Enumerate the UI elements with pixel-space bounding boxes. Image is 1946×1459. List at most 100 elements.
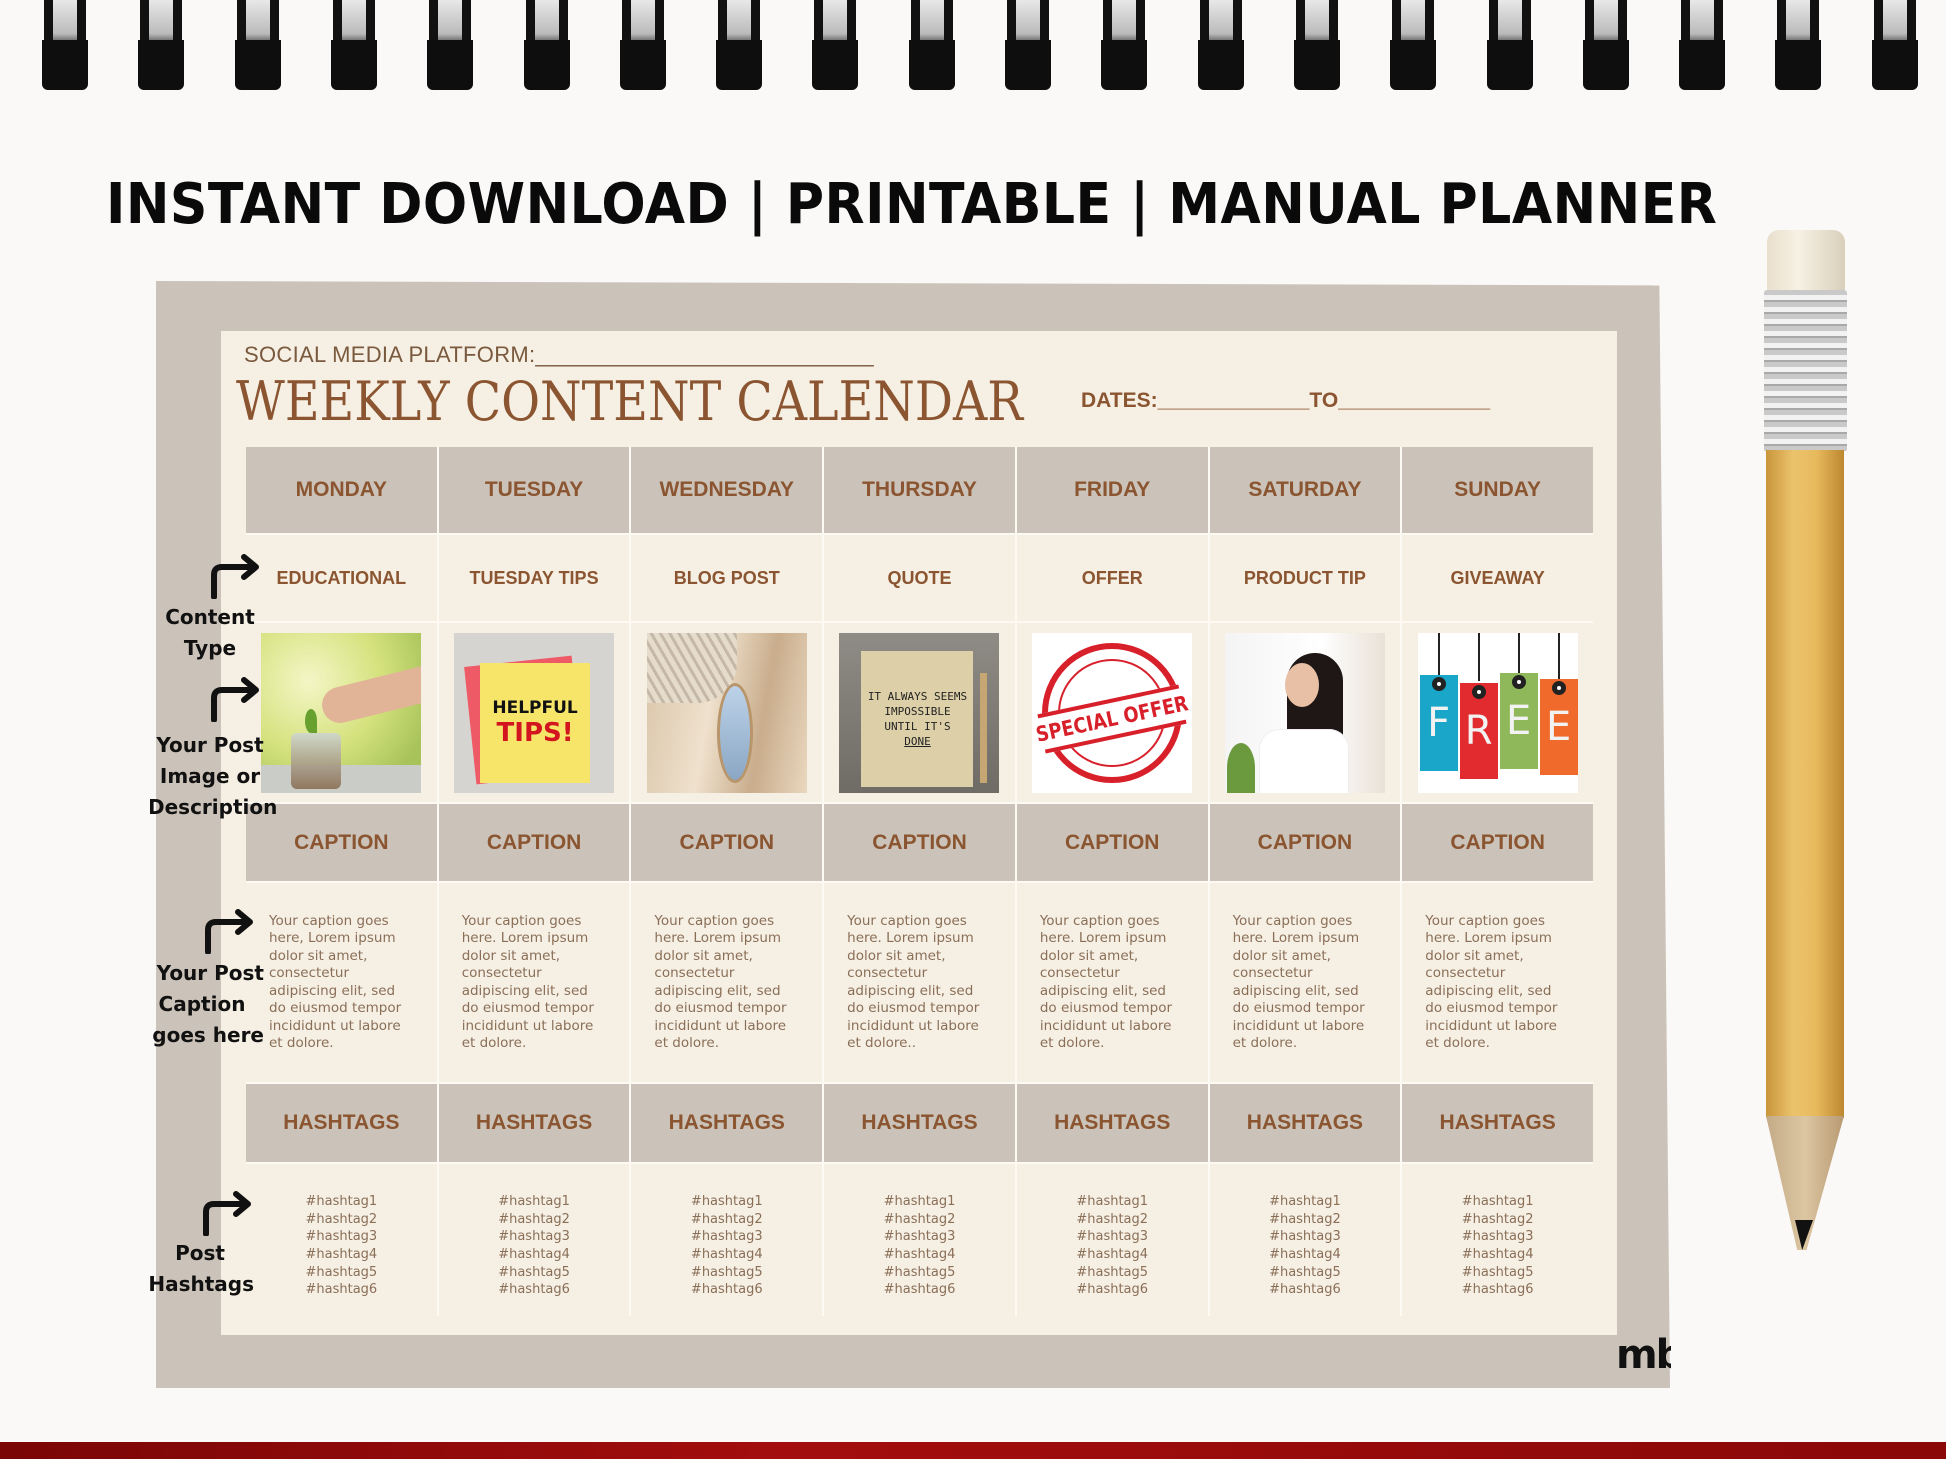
annotation-line: Description (148, 795, 278, 819)
quote-card-image: IT ALWAYS SEEMS IMPOSSIBLE UNTIL IT'S DO… (839, 632, 1000, 793)
hashtag-item: #hashtag3 (305, 1229, 378, 1245)
hashtag-item: #hashtag1 (1461, 1194, 1534, 1210)
caption-cell-friday[interactable]: Your caption goes here. Lorem ipsum dolo… (1016, 883, 1208, 1082)
tag-hole-icon (1471, 684, 1486, 699)
tag-hole-icon (1511, 674, 1526, 689)
free-tags-image: FREE (1417, 632, 1578, 793)
content-type-monday[interactable]: EDUCATIONAL (246, 535, 437, 621)
annotation-line: Caption (158, 992, 246, 1016)
hashtag-item: #hashtag5 (690, 1264, 763, 1280)
hashtags-header-saturday: HASHTAGS (1209, 1084, 1401, 1162)
annotation-line: Your Post (156, 961, 264, 985)
hashtags-cell-thursday[interactable]: #hashtag1 #hashtag2 #hashtag3 #hashtag4 #has… (824, 1164, 1015, 1328)
hashtag-item: #hashtag6 (883, 1282, 956, 1298)
quote-line-1: IT ALWAYS SEEMS (867, 689, 968, 703)
spiral-ring (1005, 0, 1051, 90)
content-type-friday[interactable]: OFFER (1016, 535, 1208, 621)
caption-text: Your caption goes here. Lorem ipsum dolo… (847, 912, 980, 1052)
plant-coin-jar-image (261, 632, 422, 793)
hashtag-item: #hashtag6 (1269, 1282, 1341, 1298)
hashtag-item: #hashtag1 (690, 1194, 763, 1210)
hashtags-cell-sunday[interactable]: #hashtag1 #hashtag2 #hashtag3 #hashtag4 #has… (1402, 1164, 1593, 1328)
image-cell-monday[interactable] (246, 623, 437, 802)
hashtags-header-friday: HASHTAGS (1016, 1084, 1208, 1162)
spiral-ring (812, 0, 859, 90)
note-text-line-2: TIPS! (496, 717, 574, 748)
hashtag-list: #hashtag1 #hashtag2 #hashtag3 #hashtag4 #has… (1076, 1193, 1148, 1299)
hashtag-item: #hashtag3 (1269, 1229, 1341, 1245)
table-surface-edge (0, 1442, 1946, 1459)
content-type-thursday[interactable]: QUOTE (824, 535, 1015, 621)
hashtag-item: #hashtag2 (1269, 1211, 1341, 1227)
annotation-line: Type (183, 636, 237, 660)
spiral-ring (1486, 0, 1533, 90)
hashtag-item: #hashtag4 (1076, 1247, 1149, 1262)
tag-string (1437, 632, 1440, 681)
hashtags-cell-saturday[interactable]: #hashtag1 #hashtag2 #hashtag3 #hashtag4 #has… (1209, 1164, 1401, 1328)
hashtag-item: #hashtag6 (305, 1282, 378, 1298)
quote-card: IT ALWAYS SEEMS IMPOSSIBLE UNTIL IT'S DO… (861, 650, 974, 787)
spiral-ring (1582, 0, 1629, 90)
ferrule-shape (1764, 290, 1847, 452)
platform-field[interactable]: SOCIAL MEDIA PLATFORM:__________________… (244, 342, 874, 368)
spiral-ring (1101, 0, 1148, 90)
hashtags-cell-friday[interactable]: #hashtag1 #hashtag2 #hashtag3 #hashtag4 #has… (1016, 1164, 1208, 1328)
caption-header-tuesday: CAPTION (438, 804, 630, 881)
dates-field[interactable]: DATES:_____________TO_____________ (1081, 389, 1490, 413)
spiral-ring (427, 0, 474, 90)
yellow-note: HELPFUL TIPS! (480, 662, 591, 783)
hashtag-list: #hashtag1 #hashtag2 #hashtag3 #hashtag4 #has… (691, 1193, 763, 1299)
spiral-ring (1679, 0, 1726, 90)
day-header-saturday: SATURDAY (1209, 447, 1401, 533)
caption-text: Your caption goes here. Lorem ipsum dolo… (1425, 912, 1558, 1052)
day-header-tuesday: TUESDAY (438, 447, 630, 533)
hashtag-item: #hashtag3 (883, 1229, 956, 1245)
spiral-ring (523, 0, 570, 90)
image-cell-tuesday[interactable]: HELPFUL TIPS! (438, 623, 630, 802)
face-shape (1284, 662, 1319, 707)
image-cell-sunday[interactable]: FREE (1402, 623, 1593, 802)
hashtags-cell-monday[interactable]: #hashtag1 #hashtag2 #hashtag3 #hashtag4 #has… (246, 1164, 437, 1328)
hashtags-header-wednesday: HASHTAGS (631, 1084, 823, 1162)
image-cell-wednesday[interactable] (631, 623, 823, 802)
tag-hole-icon (1431, 676, 1446, 691)
content-type-saturday[interactable]: PRODUCT TIP (1209, 535, 1401, 621)
hashtag-item: #hashtag4 (305, 1247, 378, 1262)
caption-header-thursday: CAPTION (824, 804, 1015, 881)
caption-cell-saturday[interactable]: Your caption goes here. Lorem ipsum dolo… (1209, 883, 1401, 1082)
spiral-ring (234, 0, 281, 90)
image-cell-friday[interactable]: SPECIAL OFFER (1016, 623, 1208, 802)
hashtag-item: #hashtag1 (1076, 1194, 1149, 1210)
hashtags-cell-wednesday[interactable]: #hashtag1 #hashtag2 #hashtag3 #hashtag4 #has… (631, 1164, 823, 1328)
caption-cell-thursday[interactable]: Your caption goes here. Lorem ipsum dolo… (824, 883, 1015, 1082)
content-type-wednesday[interactable]: BLOG POST (631, 535, 823, 621)
spiral-ring (908, 0, 955, 90)
table-shape (261, 764, 422, 793)
annotation-post-hashtags: Post Hashtags (146, 1238, 254, 1300)
hashtags-header-monday: HASHTAGS (246, 1084, 437, 1162)
image-cell-saturday[interactable] (1209, 623, 1401, 802)
white-top-shape (1258, 728, 1349, 793)
hashtag-item: #hashtag4 (498, 1247, 570, 1262)
calendar-grid: MONDAY TUESDAY WEDNESDAY THURSDAY FRIDAY… (246, 447, 1593, 1328)
arrow-post-hashtags-icon (203, 1191, 251, 1236)
calendar-title: WEEKLY CONTENT CALENDAR (236, 370, 1024, 433)
content-type-tuesday[interactable]: TUESDAY TIPS (438, 535, 630, 621)
caption-cell-sunday[interactable]: Your caption goes here. Lorem ipsum dolo… (1402, 883, 1593, 1082)
plant-shape (1226, 742, 1255, 793)
hashtag-item: #hashtag3 (690, 1229, 763, 1245)
caption-cell-wednesday[interactable]: Your caption goes here. Lorem ipsum dolo… (631, 883, 823, 1082)
hashtag-list: #hashtag1 #hashtag2 #hashtag3 #hashtag4 #has… (1462, 1193, 1534, 1299)
spiral-binding (0, 0, 1946, 100)
caption-text: Your caption goes here. Lorem ipsum dolo… (1232, 912, 1365, 1052)
hashtag-item: #hashtag4 (883, 1247, 956, 1262)
image-cell-thursday[interactable]: IT ALWAYS SEEMS IMPOSSIBLE UNTIL IT'S DO… (824, 623, 1015, 802)
hashtag-item: #hashtag3 (1461, 1229, 1534, 1245)
content-type-sunday[interactable]: GIVEAWAY (1402, 535, 1593, 621)
hashtags-cell-tuesday[interactable]: #hashtag1 #hashtag2 #hashtag3 #hashtag4 #has… (438, 1164, 630, 1328)
caption-cell-monday[interactable]: Your caption goes here, Lorem ipsum dolo… (246, 883, 437, 1082)
hashtags-header-sunday: HASHTAGS (1402, 1084, 1593, 1162)
caption-cell-tuesday[interactable]: Your caption goes here. Lorem ipsum dolo… (438, 883, 630, 1082)
day-header-wednesday: WEDNESDAY (631, 447, 823, 533)
annotation-post-caption: Your Post Caption goes here (140, 958, 264, 1051)
